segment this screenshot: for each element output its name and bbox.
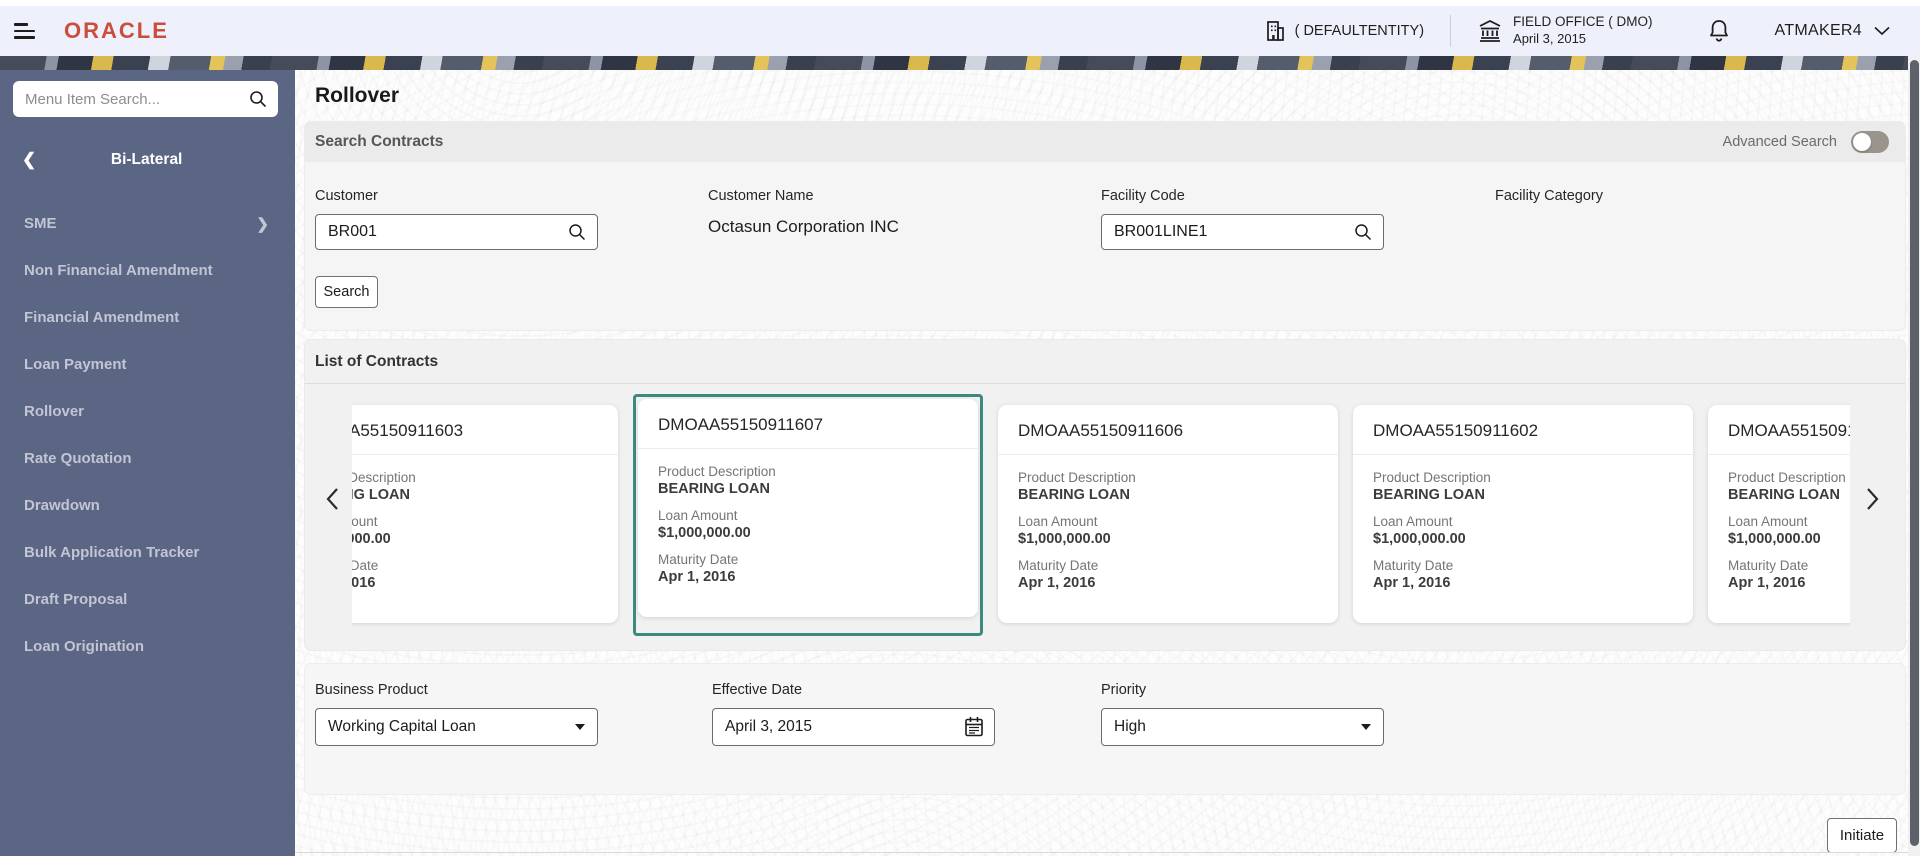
search-contracts-panel: Search Contracts Advanced Search Custome…	[305, 122, 1905, 330]
contract-card[interactable]: DMOAA55150911602 Product Description BEA…	[1353, 405, 1693, 623]
sidebar-item-drawdown[interactable]: Drawdown	[0, 482, 295, 529]
facility-category-label: Facility Category	[1495, 188, 1603, 204]
contract-number: DMOAA55150911603	[352, 421, 464, 440]
sidebar-section-title: Bi-Lateral	[110, 151, 183, 168]
facility-code-field-group: Facility Code	[1101, 188, 1384, 250]
effective-date-label: Effective Date	[712, 682, 803, 698]
facility-code-input[interactable]	[1114, 223, 1353, 241]
customer-input[interactable]	[328, 223, 567, 241]
caret-down-icon	[1361, 724, 1371, 730]
priority-select[interactable]: High	[1101, 708, 1384, 746]
contracts-carousel: DMOAA55150911603 Product Description BEA…	[352, 394, 1850, 640]
advanced-search-label: Advanced Search	[1722, 134, 1837, 150]
sidebar-section-header: ❮ Bi-Lateral	[0, 138, 295, 182]
customer-name-field-group: Customer Name Octasun Corporation INC	[708, 188, 991, 237]
sidebar-menu: SME ❯ Non Financial Amendment Financial …	[0, 200, 295, 670]
carousel-previous-button[interactable]	[321, 484, 343, 514]
header-divider	[1450, 15, 1452, 47]
sidebar-item-loan-origination[interactable]: Loan Origination	[0, 623, 295, 670]
contract-card[interactable]: DMOAA55150911603 Product Description BEA…	[352, 405, 618, 623]
initiate-button[interactable]: Initiate	[1827, 818, 1897, 853]
customer-input-box	[315, 214, 598, 250]
bell-icon	[1707, 18, 1731, 44]
contract-card-selected[interactable]: DMOAA55150911607 Product Description BEA…	[633, 394, 983, 636]
top-header: ORACLE ( DEFAULTENTITY) FIELD OFFICE (D…	[0, 0, 1920, 56]
contract-number: DMOAA55150911602	[1373, 421, 1539, 440]
search-contracts-header: Search Contracts Advanced Search	[305, 122, 1905, 162]
user-menu[interactable]: ATMAKER4	[1775, 22, 1890, 40]
facility-category-field-group: Facility Category	[1495, 188, 1778, 217]
sidebar-item-rollover[interactable]: Rollover	[0, 388, 295, 435]
bank-icon	[1477, 18, 1503, 44]
business-product-label: Business Product	[315, 682, 428, 698]
contract-card[interactable]: DMOAA55150911606 Product Description BEA…	[998, 405, 1338, 623]
header-right-cluster: ( DEFAULTENTITY) FIELD OFFICE (DMO) Apr…	[1264, 6, 1890, 56]
entity-label: ( DEFAULTENTITY)	[1294, 23, 1425, 39]
chevron-right-icon: ❯	[256, 215, 269, 233]
business-product-field-group: Business Product Working Capital Loan	[315, 682, 598, 746]
notifications-button[interactable]	[1707, 18, 1731, 44]
entity-selector[interactable]: ( DEFAULTENTITY)	[1264, 19, 1424, 43]
banner-texture	[0, 56, 1920, 70]
caret-down-icon	[575, 724, 585, 730]
panel-divider	[305, 383, 1905, 384]
advanced-search-toggle[interactable]	[1851, 131, 1889, 153]
branch-selector[interactable]: FIELD OFFICE ( DMO) April 3, 2015	[1477, 14, 1653, 47]
contract-card[interactable]: DMOAA5515091 Product Description BEARING…	[1708, 405, 1850, 623]
sidebar: ❮ Bi-Lateral SME ❯ Non Financial Amendme…	[0, 70, 295, 856]
scrollbar-thumb[interactable]	[1909, 60, 1919, 846]
sidebar-item-financial-amendment[interactable]: Financial Amendment	[0, 294, 295, 341]
hamburger-menu-icon[interactable]	[14, 20, 40, 42]
sidebar-item-rate-quotation[interactable]: Rate Quotation	[0, 435, 295, 482]
list-of-contracts-panel: List of Contracts DMOAA55150911603 Produ…	[305, 340, 1905, 650]
menu-search-input[interactable]	[25, 90, 248, 108]
customer-label: Customer	[315, 188, 378, 204]
sidebar-item-draft-proposal[interactable]: Draft Proposal	[0, 576, 295, 623]
app-window: ORACLE ( DEFAULTENTITY) FIELD OFFICE (D…	[0, 0, 1920, 856]
effective-date-input[interactable]	[725, 718, 963, 736]
effective-date-field-group: Effective Date	[712, 682, 995, 746]
oracle-logo: ORACLE	[64, 18, 169, 43]
menu-search-box	[13, 81, 278, 117]
back-chevron-icon[interactable]: ❮	[22, 150, 36, 170]
bottom-divider	[295, 852, 1908, 853]
search-button[interactable]: Search	[315, 276, 378, 308]
contract-number: DMOAA5515091	[1728, 421, 1850, 440]
facility-code-input-box	[1101, 214, 1384, 250]
branch-name: FIELD OFFICE ( DMO)	[1513, 14, 1653, 30]
list-of-contracts-title: List of Contracts	[315, 353, 439, 370]
customer-search-icon[interactable]	[567, 222, 587, 242]
search-icon[interactable]	[248, 89, 268, 109]
facility-code-search-icon[interactable]	[1353, 222, 1373, 242]
carousel-next-button[interactable]	[1861, 484, 1883, 514]
main-content: Rollover Search Contracts Advanced Searc…	[295, 70, 1908, 856]
customer-name-label: Customer Name	[708, 188, 814, 204]
contract-number: DMOAA55150911606	[1018, 421, 1184, 440]
search-contracts-title: Search Contracts	[315, 133, 444, 150]
chevron-down-icon	[1874, 26, 1890, 36]
sidebar-item-non-financial-amendment[interactable]: Non Financial Amendment	[0, 247, 295, 294]
customer-name-value: Octasun Corporation INC	[708, 217, 899, 236]
facility-code-label: Facility Code	[1101, 188, 1185, 204]
user-name: ATMAKER4	[1774, 22, 1862, 39]
sidebar-item-bulk-application-tracker[interactable]: Bulk Application Tracker	[0, 529, 295, 576]
building-icon	[1264, 19, 1286, 43]
page-title: Rollover	[315, 84, 400, 107]
effective-date-input-box	[712, 708, 995, 746]
priority-label: Priority	[1101, 682, 1147, 698]
branch-date: April 3, 2015	[1513, 31, 1587, 47]
customer-field-group: Customer	[315, 188, 598, 250]
vertical-scrollbar[interactable]	[1908, 56, 1920, 856]
details-panel: Business Product Working Capital Loan Ef…	[305, 664, 1905, 794]
sidebar-item-sme[interactable]: SME ❯	[0, 200, 295, 247]
business-product-select[interactable]: Working Capital Loan	[315, 708, 598, 746]
sidebar-item-loan-payment[interactable]: Loan Payment	[0, 341, 295, 388]
priority-field-group: Priority High	[1101, 682, 1384, 746]
contract-number: DMOAA55150911607	[658, 415, 824, 434]
calendar-icon[interactable]	[963, 715, 985, 739]
